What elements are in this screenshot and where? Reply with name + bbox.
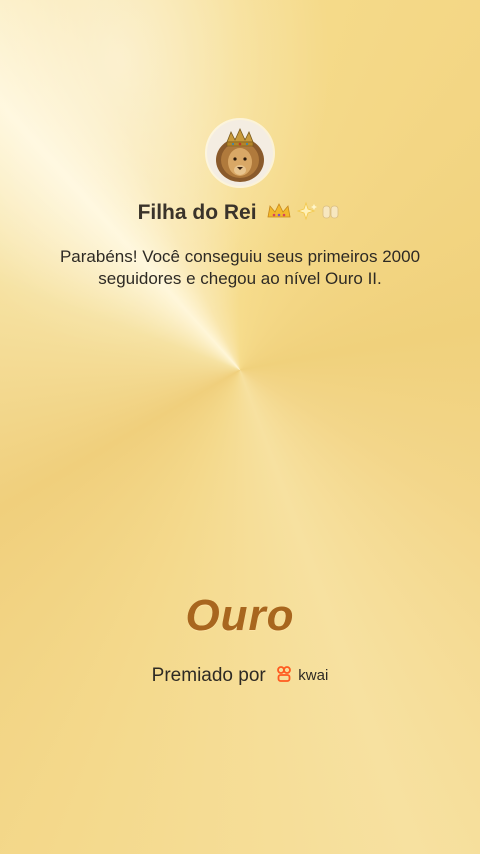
level-title: Ouro <box>185 591 295 640</box>
awarded-by: Premiado por kwai <box>0 662 480 690</box>
lion-icon <box>216 128 264 182</box>
crown-sparkles-hands-icon <box>267 201 339 221</box>
username: Filha do Rei <box>137 201 257 224</box>
avatar[interactable] <box>207 120 273 186</box>
kwai-logo-icon <box>277 664 291 690</box>
awarded-label: Premiado por <box>151 665 266 686</box>
username-row: Filha do Rei <box>0 198 480 231</box>
achievement-screen: Filha do Rei Parabéns! Você conseguiu se… <box>0 0 480 854</box>
congratulation-message: Parabéns! Você conseguiu seus primeiros … <box>59 247 421 288</box>
username-emojis <box>266 200 342 231</box>
kwai-brand-name: kwai <box>298 667 329 684</box>
kwai-brand[interactable]: kwai <box>277 662 328 690</box>
